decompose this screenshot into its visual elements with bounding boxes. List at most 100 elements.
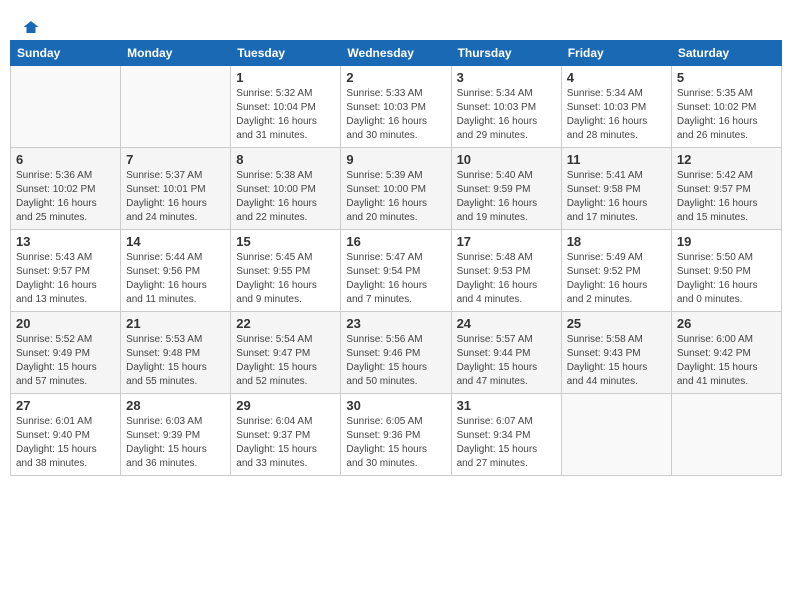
day-number: 4 bbox=[567, 70, 666, 85]
day-number: 20 bbox=[16, 316, 115, 331]
day-info: Sunrise: 6:04 AM Sunset: 9:37 PM Dayligh… bbox=[236, 415, 335, 471]
calendar-cell: 27 Sunrise: 6:01 AM Sunset: 9:40 PM Dayli… bbox=[11, 394, 121, 476]
day-number: 18 bbox=[567, 234, 666, 249]
day-number: 1 bbox=[236, 70, 335, 85]
day-number: 12 bbox=[677, 152, 776, 167]
day-info: Sunrise: 5:37 AM Sunset: 10:01 PM Daylig… bbox=[126, 169, 225, 225]
day-info: Sunrise: 5:45 AM Sunset: 9:55 PM Dayligh… bbox=[236, 251, 335, 307]
day-number: 27 bbox=[16, 398, 115, 413]
day-info: Sunrise: 5:47 AM Sunset: 9:54 PM Dayligh… bbox=[346, 251, 445, 307]
day-number: 5 bbox=[677, 70, 776, 85]
calendar-cell: 18 Sunrise: 5:49 AM Sunset: 9:52 PM Dayli… bbox=[561, 230, 671, 312]
calendar-cell: 23Sunrise: 5:56 AM Sunset: 9:46 PM Dayli… bbox=[341, 312, 451, 394]
day-number: 8 bbox=[236, 152, 335, 167]
day-number: 25 bbox=[567, 316, 666, 331]
calendar-cell: 24Sunrise: 5:57 AM Sunset: 9:44 PM Dayli… bbox=[451, 312, 561, 394]
calendar-cell: 14Sunrise: 5:44 AM Sunset: 9:56 PM Dayli… bbox=[121, 230, 231, 312]
day-number: 21 bbox=[126, 316, 225, 331]
calendar-week-3: 13Sunrise: 5:43 AM Sunset: 9:57 PM Dayli… bbox=[11, 230, 782, 312]
calendar-cell: 12 Sunrise: 5:42 AM Sunset: 9:57 PM Dayli… bbox=[671, 148, 781, 230]
day-number: 10 bbox=[457, 152, 556, 167]
day-info: Sunrise: 5:36 AM Sunset: 10:02 PM Daylig… bbox=[16, 169, 115, 225]
calendar-cell: 1 Sunrise: 5:32 AM Sunset: 10:04 PM Dayli… bbox=[231, 66, 341, 148]
day-info: Sunrise: 5:42 AM Sunset: 9:57 PM Dayligh… bbox=[677, 169, 776, 225]
day-info: Sunrise: 6:07 AM Sunset: 9:34 PM Dayligh… bbox=[457, 415, 556, 471]
calendar-cell: 19Sunrise: 5:50 AM Sunset: 9:50 PM Dayli… bbox=[671, 230, 781, 312]
day-info: Sunrise: 5:33 AM Sunset: 10:03 PM Daylig… bbox=[346, 87, 445, 143]
calendar-cell: 4 Sunrise: 5:34 AM Sunset: 10:03 PM Dayli… bbox=[561, 66, 671, 148]
weekday-header-monday: Monday bbox=[121, 41, 231, 66]
calendar-cell bbox=[561, 394, 671, 476]
day-info: Sunrise: 5:53 AM Sunset: 9:48 PM Dayligh… bbox=[126, 333, 225, 389]
day-info: Sunrise: 5:40 AM Sunset: 9:59 PM Dayligh… bbox=[457, 169, 556, 225]
calendar-cell: 10 Sunrise: 5:40 AM Sunset: 9:59 PM Dayli… bbox=[451, 148, 561, 230]
calendar-cell: 30Sunrise: 6:05 AM Sunset: 9:36 PM Dayli… bbox=[341, 394, 451, 476]
day-number: 7 bbox=[126, 152, 225, 167]
day-number: 15 bbox=[236, 234, 335, 249]
day-number: 9 bbox=[346, 152, 445, 167]
calendar-cell: 13Sunrise: 5:43 AM Sunset: 9:57 PM Dayli… bbox=[11, 230, 121, 312]
day-info: Sunrise: 5:39 AM Sunset: 10:00 PM Daylig… bbox=[346, 169, 445, 225]
day-number: 14 bbox=[126, 234, 225, 249]
calendar-cell: 8Sunrise: 5:38 AM Sunset: 10:00 PM Dayli… bbox=[231, 148, 341, 230]
day-info: Sunrise: 5:49 AM Sunset: 9:52 PM Dayligh… bbox=[567, 251, 666, 307]
calendar: SundayMondayTuesdayWednesdayThursdayFrid… bbox=[10, 40, 782, 476]
day-info: Sunrise: 6:01 AM Sunset: 9:40 PM Dayligh… bbox=[16, 415, 115, 471]
day-number: 28 bbox=[126, 398, 225, 413]
calendar-cell: 5 Sunrise: 5:35 AM Sunset: 10:02 PM Dayli… bbox=[671, 66, 781, 148]
weekday-header-wednesday: Wednesday bbox=[341, 41, 451, 66]
day-info: Sunrise: 5:34 AM Sunset: 10:03 PM Daylig… bbox=[567, 87, 666, 143]
calendar-cell: 16 Sunrise: 5:47 AM Sunset: 9:54 PM Dayli… bbox=[341, 230, 451, 312]
day-info: Sunrise: 5:35 AM Sunset: 10:02 PM Daylig… bbox=[677, 87, 776, 143]
day-number: 3 bbox=[457, 70, 556, 85]
day-number: 16 bbox=[346, 234, 445, 249]
day-number: 29 bbox=[236, 398, 335, 413]
weekday-header-sunday: Sunday bbox=[11, 41, 121, 66]
calendar-cell: 29 Sunrise: 6:04 AM Sunset: 9:37 PM Dayli… bbox=[231, 394, 341, 476]
weekday-header-saturday: Saturday bbox=[671, 41, 781, 66]
calendar-cell: 9 Sunrise: 5:39 AM Sunset: 10:00 PM Dayli… bbox=[341, 148, 451, 230]
weekday-header-thursday: Thursday bbox=[451, 41, 561, 66]
calendar-cell: 2Sunrise: 5:33 AM Sunset: 10:03 PM Dayli… bbox=[341, 66, 451, 148]
day-number: 22 bbox=[236, 316, 335, 331]
calendar-week-2: 6 Sunrise: 5:36 AM Sunset: 10:02 PM Dayli… bbox=[11, 148, 782, 230]
day-info: Sunrise: 5:54 AM Sunset: 9:47 PM Dayligh… bbox=[236, 333, 335, 389]
day-number: 11 bbox=[567, 152, 666, 167]
calendar-week-5: 27 Sunrise: 6:01 AM Sunset: 9:40 PM Dayli… bbox=[11, 394, 782, 476]
calendar-cell: 21 Sunrise: 5:53 AM Sunset: 9:48 PM Dayli… bbox=[121, 312, 231, 394]
day-info: Sunrise: 5:34 AM Sunset: 10:03 PM Daylig… bbox=[457, 87, 556, 143]
logo-icon bbox=[22, 18, 40, 36]
weekday-header-friday: Friday bbox=[561, 41, 671, 66]
calendar-cell: 28Sunrise: 6:03 AM Sunset: 9:39 PM Dayli… bbox=[121, 394, 231, 476]
day-number: 26 bbox=[677, 316, 776, 331]
calendar-cell: 3 Sunrise: 5:34 AM Sunset: 10:03 PM Dayli… bbox=[451, 66, 561, 148]
day-info: Sunrise: 5:57 AM Sunset: 9:44 PM Dayligh… bbox=[457, 333, 556, 389]
weekday-header-row: SundayMondayTuesdayWednesdayThursdayFrid… bbox=[11, 41, 782, 66]
calendar-cell: 17 Sunrise: 5:48 AM Sunset: 9:53 PM Dayli… bbox=[451, 230, 561, 312]
day-info: Sunrise: 5:50 AM Sunset: 9:50 PM Dayligh… bbox=[677, 251, 776, 307]
calendar-cell bbox=[671, 394, 781, 476]
day-info: Sunrise: 5:43 AM Sunset: 9:57 PM Dayligh… bbox=[16, 251, 115, 307]
day-info: Sunrise: 5:48 AM Sunset: 9:53 PM Dayligh… bbox=[457, 251, 556, 307]
calendar-body: 1 Sunrise: 5:32 AM Sunset: 10:04 PM Dayli… bbox=[11, 66, 782, 476]
calendar-cell: 25 Sunrise: 5:58 AM Sunset: 9:43 PM Dayli… bbox=[561, 312, 671, 394]
day-info: Sunrise: 5:52 AM Sunset: 9:49 PM Dayligh… bbox=[16, 333, 115, 389]
day-info: Sunrise: 5:58 AM Sunset: 9:43 PM Dayligh… bbox=[567, 333, 666, 389]
calendar-cell: 6 Sunrise: 5:36 AM Sunset: 10:02 PM Dayli… bbox=[11, 148, 121, 230]
weekday-header-tuesday: Tuesday bbox=[231, 41, 341, 66]
day-number: 6 bbox=[16, 152, 115, 167]
calendar-cell: 26 Sunrise: 6:00 AM Sunset: 9:42 PM Dayli… bbox=[671, 312, 781, 394]
day-number: 17 bbox=[457, 234, 556, 249]
logo bbox=[20, 18, 40, 32]
day-info: Sunrise: 5:32 AM Sunset: 10:04 PM Daylig… bbox=[236, 87, 335, 143]
calendar-cell: 20 Sunrise: 5:52 AM Sunset: 9:49 PM Dayli… bbox=[11, 312, 121, 394]
calendar-week-1: 1 Sunrise: 5:32 AM Sunset: 10:04 PM Dayli… bbox=[11, 66, 782, 148]
calendar-cell bbox=[121, 66, 231, 148]
calendar-cell: 31Sunrise: 6:07 AM Sunset: 9:34 PM Dayli… bbox=[451, 394, 561, 476]
calendar-cell: 22 Sunrise: 5:54 AM Sunset: 9:47 PM Dayli… bbox=[231, 312, 341, 394]
day-info: Sunrise: 6:00 AM Sunset: 9:42 PM Dayligh… bbox=[677, 333, 776, 389]
day-info: Sunrise: 5:56 AM Sunset: 9:46 PM Dayligh… bbox=[346, 333, 445, 389]
calendar-cell bbox=[11, 66, 121, 148]
calendar-cell: 7 Sunrise: 5:37 AM Sunset: 10:01 PM Dayli… bbox=[121, 148, 231, 230]
page-header bbox=[10, 10, 782, 36]
